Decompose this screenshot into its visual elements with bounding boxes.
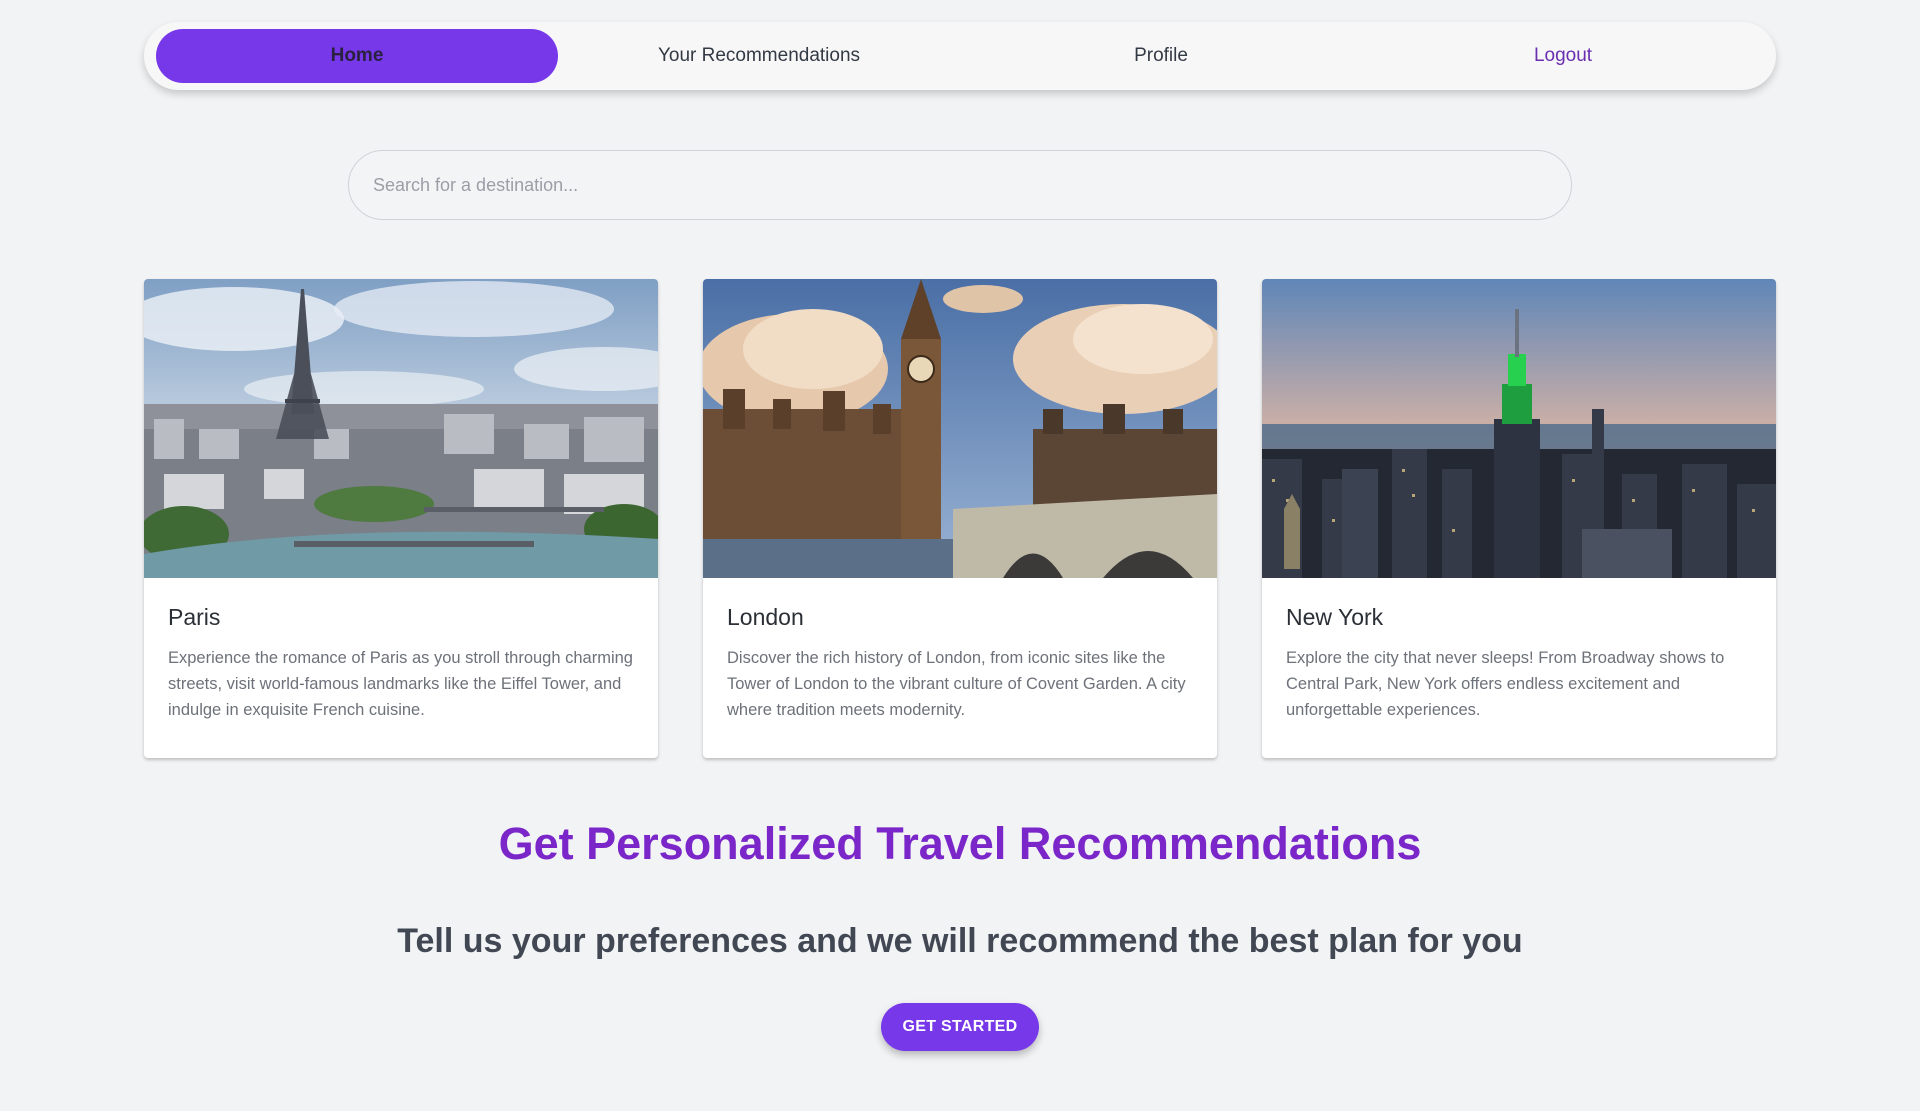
nav-logout[interactable]: Logout [1362, 29, 1764, 83]
card-description: Discover the rich history of London, fro… [727, 649, 1186, 719]
nav-your-recommendations[interactable]: Your Recommendations [558, 29, 960, 83]
card-description: Explore the city that never sleeps! From… [1286, 649, 1725, 719]
nav-home[interactable]: Home [156, 29, 558, 83]
search-bar [348, 150, 1572, 220]
card-title: New York [1286, 604, 1384, 630]
cta-title: Get Personalized Travel Recommendations [498, 818, 1422, 869]
top-nav: Home Your Recommendations Profile Logout [144, 22, 1776, 90]
destination-card-paris[interactable]: Paris Experience the romance of Paris as… [144, 279, 658, 758]
paris-image [144, 279, 658, 578]
london-image [703, 279, 1217, 578]
destination-card-new-york[interactable]: New York Explore the city that never sle… [1262, 279, 1776, 758]
card-title: Paris [168, 604, 221, 630]
cta-subtitle: Tell us your preferences and we will rec… [397, 922, 1523, 960]
destination-cards: Paris Experience the romance of Paris as… [144, 279, 1776, 758]
destination-card-london[interactable]: London Discover the rich history of Lond… [703, 279, 1217, 758]
card-description: Experience the romance of Paris as you s… [168, 649, 633, 719]
nav-profile[interactable]: Profile [960, 29, 1362, 83]
search-input[interactable] [349, 151, 1571, 219]
get-started-button[interactable]: GET STARTED [881, 1003, 1039, 1051]
card-title: London [727, 604, 804, 630]
new-york-image [1262, 279, 1776, 578]
